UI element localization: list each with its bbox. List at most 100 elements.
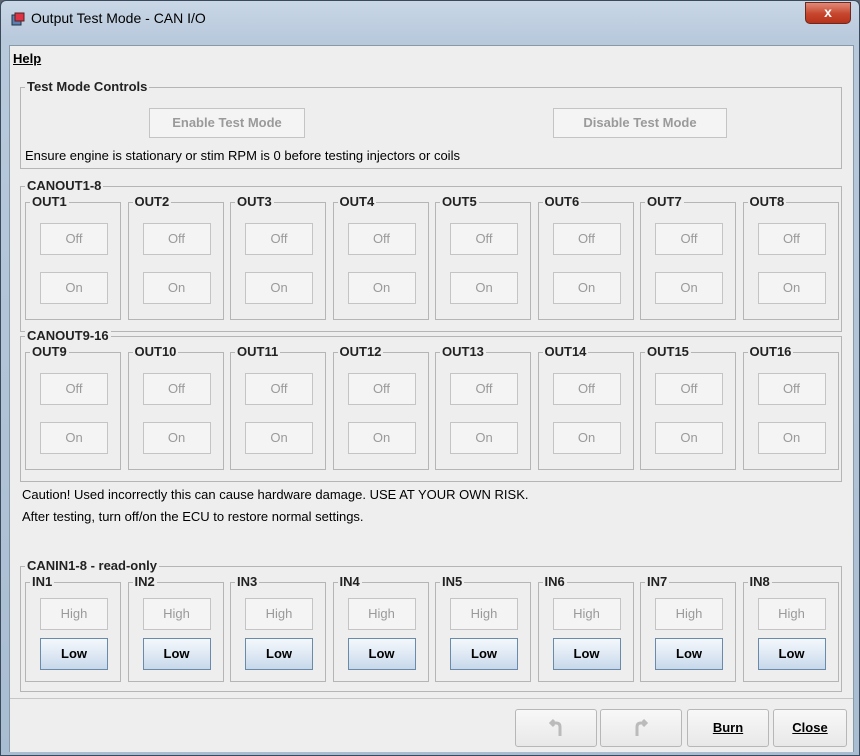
out-box: OUT11 Off On [230, 344, 326, 470]
out-label: OUT4 [337, 194, 377, 209]
in-low-button[interactable]: Low [552, 638, 621, 670]
out-off-button[interactable]: Off [245, 223, 313, 255]
in-low-button[interactable]: Low [245, 638, 313, 670]
out-on-button[interactable]: On [347, 422, 416, 454]
out-on-button[interactable]: On [552, 422, 621, 454]
out-on-button[interactable]: On [245, 272, 313, 304]
out-box: OUT8 Off On [742, 194, 839, 320]
restore-note: After testing, turn off/on the ECU to re… [22, 509, 364, 524]
out-label: OUT2 [132, 194, 172, 209]
in-low-button[interactable]: Low [757, 638, 826, 670]
out-off-button[interactable]: Off [142, 373, 211, 405]
in-label: IN4 [337, 574, 362, 589]
burn-button[interactable]: Burn [687, 709, 769, 747]
out-box: OUT13 Off On [435, 344, 531, 470]
out-box: OUT10 Off On [127, 344, 224, 470]
out-off-button[interactable]: Off [347, 223, 416, 255]
out-off-button[interactable]: Off [655, 373, 723, 405]
out-box: OUT15 Off On [640, 344, 736, 470]
out-label: OUT12 [337, 344, 384, 359]
out-box: OUT16 Off On [742, 344, 839, 470]
out-box: OUT6 Off On [537, 194, 634, 320]
in-box: IN4 High Low [332, 574, 429, 682]
in-high-button[interactable]: High [347, 598, 416, 630]
canin1-8-title: CANIN1-8 - read-only [25, 558, 160, 573]
title-bar: Output Test Mode - CAN I/O x [1, 1, 859, 35]
out-on-button[interactable]: On [552, 272, 621, 304]
in-high-button[interactable]: High [142, 598, 211, 630]
out-label: OUT1 [30, 194, 69, 209]
undo-button[interactable] [515, 709, 597, 747]
caution-text: Caution! Used incorrectly this can cause… [22, 487, 529, 502]
out-off-button[interactable]: Off [40, 373, 108, 405]
out-box: OUT1 Off On [25, 194, 121, 320]
out-on-button[interactable]: On [655, 272, 723, 304]
close-button[interactable]: Close [773, 709, 847, 747]
menu-bar: Help [10, 46, 853, 70]
in-high-button[interactable]: High [655, 598, 723, 630]
menu-help[interactable]: Help [13, 51, 41, 66]
out-box: OUT2 Off On [127, 194, 224, 320]
out-box: OUT12 Off On [332, 344, 429, 470]
canout1-8-group: CANOUT1-8 OUT1 Off On OUT2 Off On OUT3 Off On OUT… [20, 178, 842, 332]
out-off-button[interactable]: Off [757, 373, 826, 405]
out-on-button[interactable]: On [142, 422, 211, 454]
out-on-button[interactable]: On [757, 272, 826, 304]
in-low-button[interactable]: Low [40, 638, 108, 670]
window-close-button[interactable]: x [805, 2, 851, 24]
in-high-button[interactable]: High [450, 598, 518, 630]
out-on-button[interactable]: On [757, 422, 826, 454]
in-box: IN6 High Low [537, 574, 634, 682]
redo-arrow-icon [635, 718, 649, 736]
out-on-button[interactable]: On [245, 422, 313, 454]
out-on-button[interactable]: On [655, 422, 723, 454]
out-off-button[interactable]: Off [757, 223, 826, 255]
in-high-button[interactable]: High [245, 598, 313, 630]
out-off-button[interactable]: Off [245, 373, 313, 405]
out-on-button[interactable]: On [450, 422, 518, 454]
in-label: IN3 [235, 574, 260, 589]
out-off-button[interactable]: Off [347, 373, 416, 405]
canout9-16-title: CANOUT9-16 [25, 328, 111, 343]
out-on-button[interactable]: On [142, 272, 211, 304]
enable-test-mode-button[interactable]: Enable Test Mode [149, 108, 305, 138]
in-low-button[interactable]: Low [655, 638, 723, 670]
in-high-button[interactable]: High [757, 598, 826, 630]
in-high-button[interactable]: High [40, 598, 108, 630]
out-off-button[interactable]: Off [450, 373, 518, 405]
out-off-button[interactable]: Off [552, 223, 621, 255]
canin1-8-group: CANIN1-8 - read-only IN1 High Low IN2 High Lo… [20, 558, 842, 692]
redo-button[interactable] [600, 709, 682, 747]
out-off-button[interactable]: Off [142, 223, 211, 255]
in-low-button[interactable]: Low [450, 638, 518, 670]
out-on-button[interactable]: On [450, 272, 518, 304]
in-low-button[interactable]: Low [142, 638, 211, 670]
out-off-button[interactable]: Off [552, 373, 621, 405]
out-box: OUT14 Off On [537, 344, 634, 470]
out-label: OUT13 [440, 344, 486, 359]
out-label: OUT8 [747, 194, 787, 209]
out-on-button[interactable]: On [40, 422, 108, 454]
test-mode-controls-group: Test Mode Controls Enable Test Mode Disa… [20, 79, 842, 169]
app-icon [11, 12, 25, 26]
disable-test-mode-button[interactable]: Disable Test Mode [553, 108, 727, 138]
in-box: IN5 High Low [435, 574, 531, 682]
out-box: OUT3 Off On [230, 194, 326, 320]
out-label: OUT14 [542, 344, 589, 359]
in-label: IN6 [542, 574, 567, 589]
in-box: IN1 High Low [25, 574, 121, 682]
out-off-button[interactable]: Off [450, 223, 518, 255]
out-label: OUT10 [132, 344, 179, 359]
in-label: IN1 [30, 574, 55, 589]
in-low-button[interactable]: Low [347, 638, 416, 670]
out-off-button[interactable]: Off [40, 223, 108, 255]
out-box: OUT7 Off On [640, 194, 736, 320]
out-box: OUT5 Off On [435, 194, 531, 320]
out-off-button[interactable]: Off [655, 223, 723, 255]
canout9-16-group: CANOUT9-16 OUT9 Off On OUT10 Off On OUT11 Off On… [20, 328, 842, 482]
out-box: OUT4 Off On [332, 194, 429, 320]
out-on-button[interactable]: On [347, 272, 416, 304]
in-high-button[interactable]: High [552, 598, 621, 630]
out-on-button[interactable]: On [40, 272, 108, 304]
out-label: OUT5 [440, 194, 479, 209]
